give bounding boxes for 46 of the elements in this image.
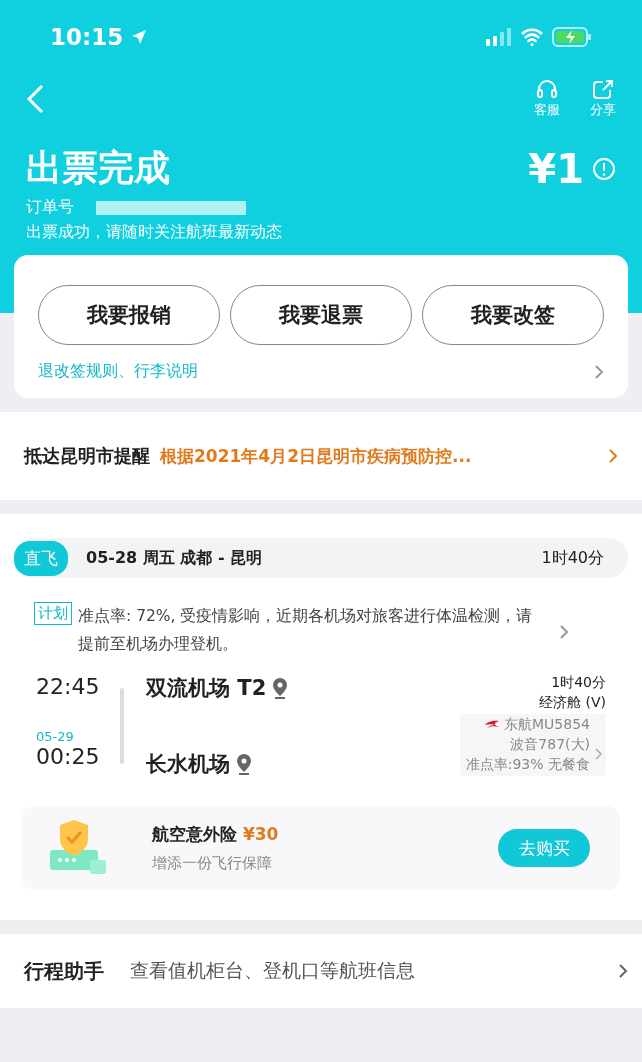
location-arrow-icon — [131, 29, 148, 45]
trip-assistant-text: 查看值机柜台、登机口等航班信息 — [130, 958, 415, 983]
page-title: 出票完成 — [26, 146, 170, 190]
chevron-right-icon[interactable] — [618, 963, 628, 979]
headset-icon — [535, 79, 559, 101]
status-message: 出票成功，请随时关注航班最新动态 — [26, 222, 283, 243]
reminder-text: 根据2021年4月2日昆明市疾病预防控... — [160, 444, 472, 468]
action-button[interactable]: 我要退票 — [230, 285, 412, 345]
battery-icon — [552, 27, 592, 47]
wifi-icon — [520, 28, 544, 46]
departure-time: 22:45 — [36, 674, 101, 699]
info-icon[interactable] — [592, 156, 616, 181]
arrival-airport: 长水机场 — [146, 751, 230, 778]
flight-summary: 05-28 周五 成都 - 昆明 — [86, 547, 263, 569]
cabin-class: 经济舱 (V) — [539, 694, 606, 712]
chevron-right-icon[interactable] — [594, 363, 604, 380]
chevron-right-icon — [595, 748, 602, 760]
action-button[interactable]: 我要报销 — [38, 285, 220, 345]
notice-text: 准点率: 72%, 受疫情影响，近期各机场对旅客进行体温检测，请提前至机场办理登机。 — [78, 606, 533, 655]
flight-duration: 1时40分 — [551, 674, 606, 692]
status-time: 10:15 — [50, 24, 124, 50]
chevron-right-icon[interactable] — [559, 624, 569, 640]
flight-duration: 1时40分 — [541, 547, 604, 569]
back-icon[interactable] — [26, 84, 44, 114]
flight-stats: 准点率:93% 无餐食 — [465, 756, 590, 774]
plan-tag: 计划 — [34, 602, 72, 625]
trip-assistant-title: 行程助手 — [24, 957, 104, 985]
price-amount: ¥1 — [528, 145, 584, 192]
reminder-row[interactable]: 抵达昆明市提醒 根据2021年4月2日昆明市疾病预防控... — [0, 412, 642, 500]
trip-assistant-row[interactable]: 行程助手 查看值机柜台、登机口等航班信息 — [0, 934, 642, 1008]
direct-flight-tag: 直飞 — [14, 540, 68, 576]
signal-icon — [486, 28, 512, 46]
location-pin-icon[interactable] — [236, 753, 252, 775]
arrival-date: 05-29 — [36, 729, 75, 744]
insurance-subtitle: 增添一份飞行保障 — [152, 854, 273, 873]
share-icon — [591, 79, 615, 101]
arrival-time: 00:25 — [36, 744, 101, 769]
order-number-label: 订单号 — [26, 197, 74, 218]
location-pin-icon[interactable] — [272, 677, 289, 699]
insurance-title: 航空意外险 ¥30 — [152, 823, 279, 846]
aircraft-type: 波音787(大) — [510, 736, 590, 754]
action-button[interactable]: 我要改签 — [422, 285, 604, 345]
departure-airport: 双流机场 T2 — [146, 675, 267, 702]
chevron-right-icon[interactable] — [608, 448, 618, 464]
airline-flight-number: 东航MU5854 — [504, 716, 590, 734]
reminder-label: 抵达昆明市提醒 — [24, 444, 150, 468]
